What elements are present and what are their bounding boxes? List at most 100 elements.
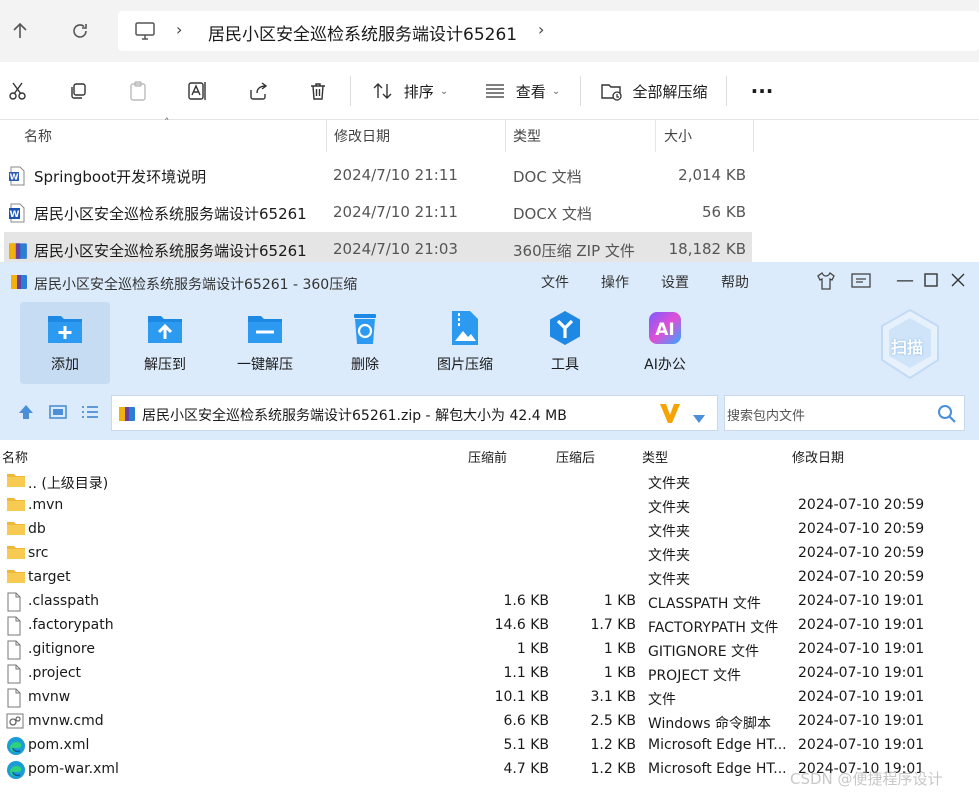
tool-image-compress[interactable]: 图片压缩 [420,302,510,384]
entry-size-after: 1.2 KB [590,737,637,753]
file-name: 居民小区安全巡检系统服务端设计65261 [34,205,307,223]
column-header-type[interactable]: 类型 [513,120,541,152]
tool-ai-office[interactable]: AI AI办公 [620,302,710,384]
file-size: 56 KB [702,203,746,221]
window-title: 居民小区安全巡检系统服务端设计65261 - 360压缩 [34,277,358,293]
view-icon [485,84,504,98]
v-logo-icon[interactable] [658,401,682,429]
tool-add[interactable]: 添加 [20,302,110,384]
more-options-icon[interactable]: ··· [742,72,782,110]
entry-modified: 2024-07-10 19:01 [798,737,925,753]
entry-name: .gitignore [28,641,95,657]
column-header-name[interactable]: 名称 [2,447,28,466]
refresh-icon[interactable] [62,13,98,49]
entry-name: .factorypath [28,617,114,633]
divider [326,120,327,152]
sort-ascending-icon: ˄ [164,116,170,129]
entry-size-after: 2.5 KB [590,713,637,729]
column-header-after[interactable]: 压缩后 [556,447,595,466]
column-header-modified[interactable]: 修改日期 [334,120,390,152]
zip-list-header: 名称 压缩前 压缩后 类型 修改日期 [0,442,979,468]
zip-app-icon [10,272,28,294]
entry-size-before: 6.6 KB [503,713,550,729]
path-bar: 居民小区安全巡检系统服务端设计65261.zip - 解包大小为 42.4 MB… [0,386,979,440]
tool-delete[interactable]: 删除 [320,302,410,384]
table-row[interactable]: .factorypath 14.6 KB 1.7 KB FACTORYPATH 文件 2… [0,614,979,638]
entry-type: Windows 命令脚本 [648,716,771,732]
tool-one-click-extract[interactable]: 一键解压 [220,302,310,384]
table-row[interactable]: mvnw 10.1 KB 3.1 KB 文件 2024-07-10 19:01 [0,686,979,710]
entry-name: db [28,521,46,537]
extract-folder-icon [601,84,623,101]
column-header-before[interactable]: 压缩前 [468,447,507,466]
close-icon[interactable] [951,272,965,291]
chevron-right-icon[interactable]: › [538,20,544,39]
entry-modified: 2024-07-10 20:59 [798,545,925,561]
up-level-icon[interactable] [16,402,36,426]
thumbnail-view-icon[interactable] [48,402,68,426]
entry-modified: 2024-07-10 20:59 [798,521,925,537]
rename-icon[interactable] [182,72,214,110]
table-row[interactable]: .. (上级目录) 文件夹 [0,470,979,494]
zip-archive-icon [118,404,136,426]
table-row[interactable]: db 文件夹 2024-07-10 20:59 [0,518,979,542]
table-row[interactable]: .gitignore 1 KB 1 KB GITIGNORE 文件 2024-07-10… [0,638,979,662]
column-header-modified[interactable]: 修改日期 [792,447,844,466]
ai-office-icon: AI [649,312,681,344]
paste-icon[interactable] [122,72,154,110]
recycle-bin-icon [354,314,376,344]
svg-text:W: W [10,173,19,182]
scan-button[interactable]: 扫描 [878,308,942,380]
column-header-size[interactable]: 大小 [664,120,692,152]
file-icon [6,640,22,664]
delete-icon[interactable] [302,72,334,110]
menu-item[interactable]: 文件 [541,272,569,292]
file-icon [6,688,22,712]
column-header-type[interactable]: 类型 [642,447,668,466]
maximize-icon[interactable] [924,272,938,291]
file-modified: 2024/7/10 21:11 [333,166,458,184]
table-row[interactable]: src 文件夹 2024-07-10 20:59 [0,542,979,566]
entry-name: pom-war.xml [28,761,119,777]
table-row[interactable]: .project 1.1 KB 1 KB PROJECT 文件 2024-07-10 1… [0,662,979,686]
menu-item[interactable]: 帮助 [721,272,749,292]
up-arrow-icon[interactable] [2,13,38,49]
entry-modified: 2024-07-10 19:01 [798,713,925,729]
search-icon[interactable] [937,404,957,428]
view-button[interactable]: 查看 ⌄ [480,72,564,110]
minimize-icon[interactable]: — [896,270,914,291]
menu-item[interactable]: 设置 [661,272,689,292]
search-input[interactable]: 搜索包内文件 [724,395,965,431]
tool-extract-to[interactable]: 解压到 [120,302,210,384]
entry-size-before: 10.1 KB [494,689,549,705]
breadcrumb-folder[interactable]: 居民小区安全巡检系统服务端设计65261 [208,20,517,45]
file-row[interactable]: W 居民小区安全巡检系统服务端设计65261 2024/7/10 21:11 DOCX… [4,195,752,231]
word-doc-icon: W [8,166,26,190]
cut-icon[interactable] [2,72,34,110]
table-row[interactable]: pom.xml 5.1 KB 1.2 KB Microsoft Edge HT... 2… [0,734,979,758]
table-row[interactable]: .classpath 1.6 KB 1 KB CLASSPATH 文件 2024-07-… [0,590,979,614]
table-row[interactable]: target 文件夹 2024-07-10 20:59 [0,566,979,590]
chevron-down-icon: ⌄ [439,85,449,97]
list-view-icon[interactable] [80,402,100,426]
copy-icon[interactable] [62,72,94,110]
table-row[interactable]: .mvn 文件夹 2024-07-10 20:59 [0,494,979,518]
file-size: 2,014 KB [678,166,746,184]
column-header-name[interactable]: 名称 [24,120,52,152]
menu-item[interactable]: 操作 [601,272,629,292]
chevron-right-icon: › [176,20,183,39]
sort-button[interactable]: 排序 ⌄ [368,72,452,110]
table-row[interactable]: mvnw.cmd 6.6 KB 2.5 KB Windows 命令脚本 2024-07-… [0,710,979,734]
tool-tools[interactable]: 工具 [520,302,610,384]
svg-text:AI: AI [655,320,674,340]
breadcrumb[interactable]: › 居民小区安全巡检系统服务端设计65261 › [118,11,979,51]
path-field[interactable]: 居民小区安全巡检系统服务端设计65261.zip - 解包大小为 42.4 MB [111,395,718,431]
watermark: CSDN @便捷程序设计 [790,770,943,788]
entry-size-before: 4.7 KB [503,761,550,777]
extract-all-button[interactable]: 全部解压缩 [598,72,710,110]
one-click-extract-icon [248,316,282,343]
share-icon[interactable] [242,72,274,110]
dropdown-arrow-icon[interactable] [692,409,706,428]
file-row[interactable]: W Springboot开发环境说明 2024/7/10 21:11 DOC 文档 2,… [4,158,752,194]
edge-icon [6,736,26,760]
